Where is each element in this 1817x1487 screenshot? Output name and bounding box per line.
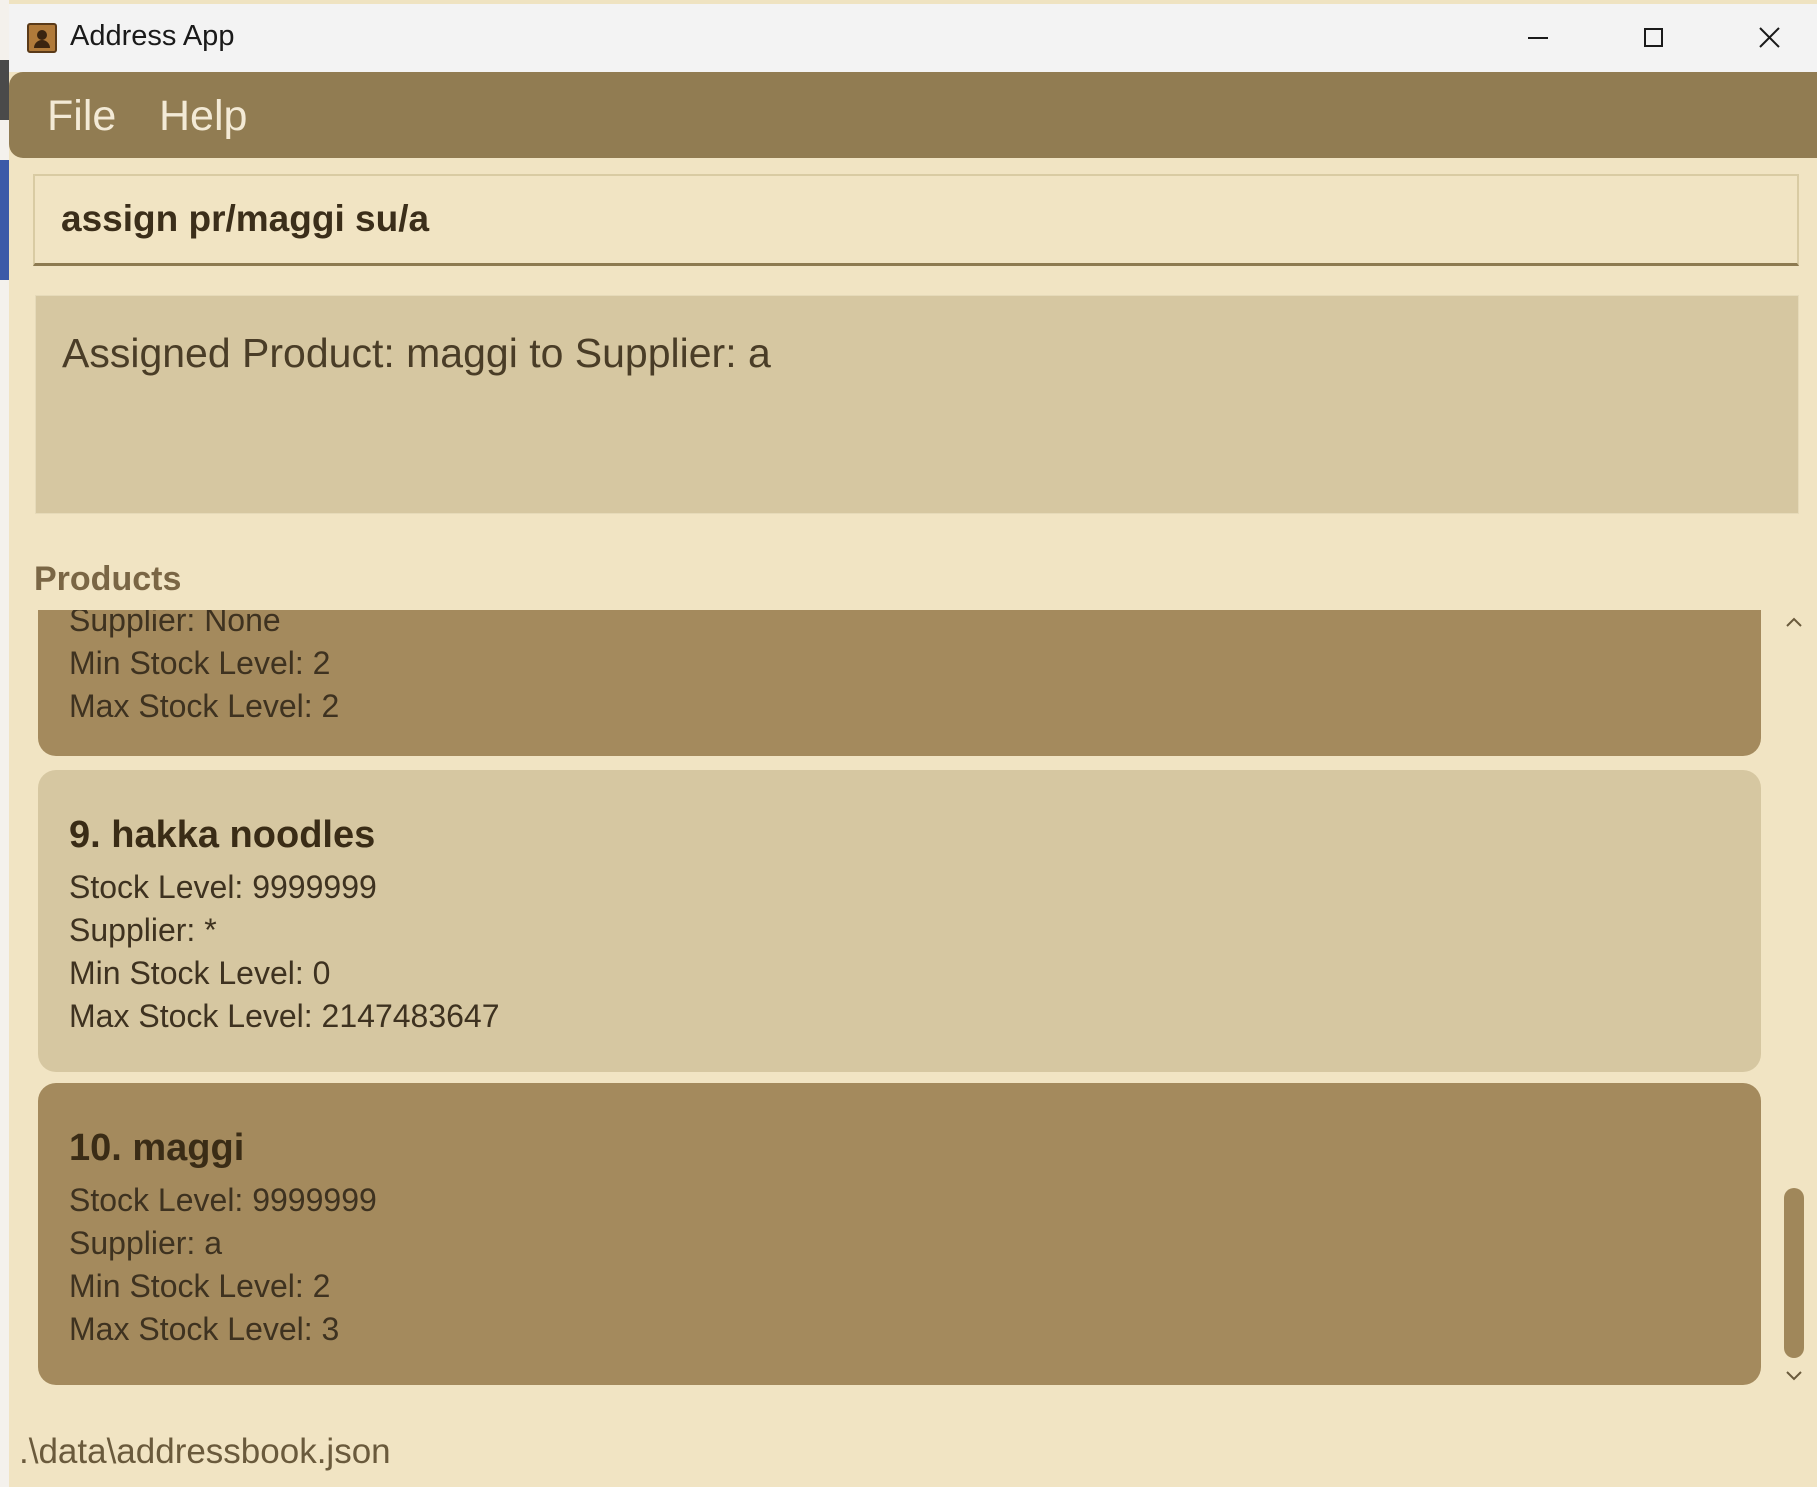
minimize-button[interactable] [1482, 4, 1592, 72]
address-book-icon [27, 23, 57, 53]
product-card[interactable]: 9. hakka noodles Stock Level: 9999999 Su… [38, 770, 1761, 1072]
product-list-scrollbar[interactable] [1779, 610, 1809, 1390]
status-bar: .\data\addressbook.json [9, 1414, 1817, 1487]
product-supplier: Supplier: None [69, 610, 281, 638]
menu-help[interactable]: Help [159, 92, 247, 141]
window-title: Address App [70, 20, 235, 52]
product-supplier: Supplier: * [69, 912, 217, 948]
product-list[interactable]: Supplier: None Min Stock Level: 2 Max St… [35, 610, 1773, 1390]
product-max-stock: Max Stock Level: 2 [69, 688, 340, 724]
close-icon [1759, 27, 1780, 48]
product-name: 10. maggi [69, 1127, 245, 1169]
scroll-down-icon[interactable] [1785, 1366, 1803, 1384]
result-display: Assigned Product: maggi to Supplier: a [35, 295, 1799, 514]
minimize-icon [1528, 37, 1548, 39]
background-window [0, 0, 9, 1487]
data-file-path: .\data\addressbook.json [19, 1432, 391, 1471]
products-label: Products [34, 560, 182, 598]
command-input-value: assign pr/maggi su/a [61, 198, 430, 239]
product-min-stock: Min Stock Level: 2 [69, 645, 331, 681]
menu-bar: File Help [9, 72, 1817, 158]
app-window: Address App File Help assign pr/maggi su… [9, 4, 1817, 1487]
product-min-stock: Min Stock Level: 2 [69, 1268, 331, 1304]
command-input[interactable]: assign pr/maggi su/a [33, 174, 1799, 266]
product-stock-level: Stock Level: 9999999 [69, 869, 377, 905]
background-window-strip [0, 60, 9, 120]
title-bar: Address App [9, 4, 1817, 72]
scroll-thumb[interactable] [1784, 1188, 1804, 1358]
product-supplier: Supplier: a [69, 1225, 222, 1261]
product-max-stock: Max Stock Level: 2147483647 [69, 998, 500, 1034]
menu-file[interactable]: File [47, 92, 116, 141]
maximize-button[interactable] [1598, 4, 1708, 72]
product-stock-level: Stock Level: 9999999 [69, 1182, 377, 1218]
product-card[interactable]: Supplier: None Min Stock Level: 2 Max St… [38, 610, 1761, 756]
maximize-icon [1644, 28, 1663, 47]
background-window-accent [0, 160, 9, 280]
result-message: Assigned Product: maggi to Supplier: a [62, 330, 771, 376]
scroll-up-icon[interactable] [1785, 614, 1803, 632]
close-button[interactable] [1714, 4, 1817, 72]
product-card[interactable]: 10. maggi Stock Level: 9999999 Supplier:… [38, 1083, 1761, 1385]
product-min-stock: Min Stock Level: 0 [69, 955, 331, 991]
product-name: 9. hakka noodles [69, 814, 376, 856]
product-max-stock: Max Stock Level: 3 [69, 1311, 340, 1347]
